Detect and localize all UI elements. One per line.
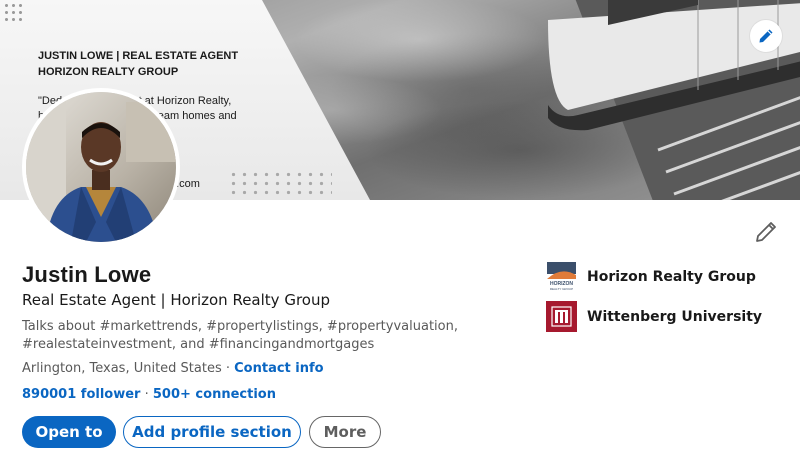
edit-banner-button[interactable] — [750, 20, 782, 52]
connections-link[interactable]: 500+ connection — [153, 387, 276, 402]
more-button[interactable]: More — [309, 416, 381, 448]
stats-separator: · — [140, 387, 153, 402]
pencil-icon — [759, 29, 773, 43]
profile-name: Justin Lowe — [22, 262, 152, 287]
company-name: Horizon Realty Group — [587, 268, 756, 285]
followers-link[interactable]: 890001 follower — [22, 387, 140, 402]
talks-about: Talks about #markettrends, #propertylist… — [22, 319, 458, 352]
avatar — [26, 92, 176, 242]
network-stats: 890001 follower · 500+ connection — [22, 387, 276, 402]
current-company[interactable]: HORIZON REALTY GROUP Horizon Realty Grou… — [546, 261, 756, 292]
contact-info-link[interactable]: Contact info — [234, 361, 323, 376]
banner-title-line: JUSTIN LOWE | REAL ESTATE AGENT — [38, 50, 239, 62]
pencil-icon — [756, 222, 776, 242]
edit-profile-button[interactable] — [754, 220, 778, 244]
location-line: Arlington, Texas, United States · Contac… — [22, 361, 324, 376]
profile-photo[interactable] — [22, 88, 180, 246]
profile-card: JUSTIN LOWE | REAL ESTATE AGENT HORIZON … — [0, 0, 800, 461]
banner-quote-text: ream homes and — [154, 110, 237, 122]
profile-headline: Real Estate Agent | Horizon Realty Group — [22, 291, 330, 309]
add-profile-section-button[interactable]: Add profile section — [123, 416, 301, 448]
banner-dot-pattern — [3, 2, 25, 22]
banner-title: JUSTIN LOWE | REAL ESTATE AGENT HORIZON … — [38, 48, 238, 80]
banner-subtitle-line: HORIZON REALTY GROUP — [38, 66, 179, 78]
school-name: Wittenberg University — [587, 308, 763, 325]
wittenberg-logo — [546, 301, 577, 332]
banner-dot-pattern — [228, 170, 332, 196]
open-to-button[interactable]: Open to — [22, 416, 116, 448]
location-text: Arlington, Texas, United States · — [22, 361, 235, 376]
education-school[interactable]: Wittenberg University — [546, 301, 762, 332]
horizon-realty-logo: HORIZON REALTY GROUP — [546, 261, 577, 292]
svg-text:REALTY GROUP: REALTY GROUP — [550, 287, 573, 291]
